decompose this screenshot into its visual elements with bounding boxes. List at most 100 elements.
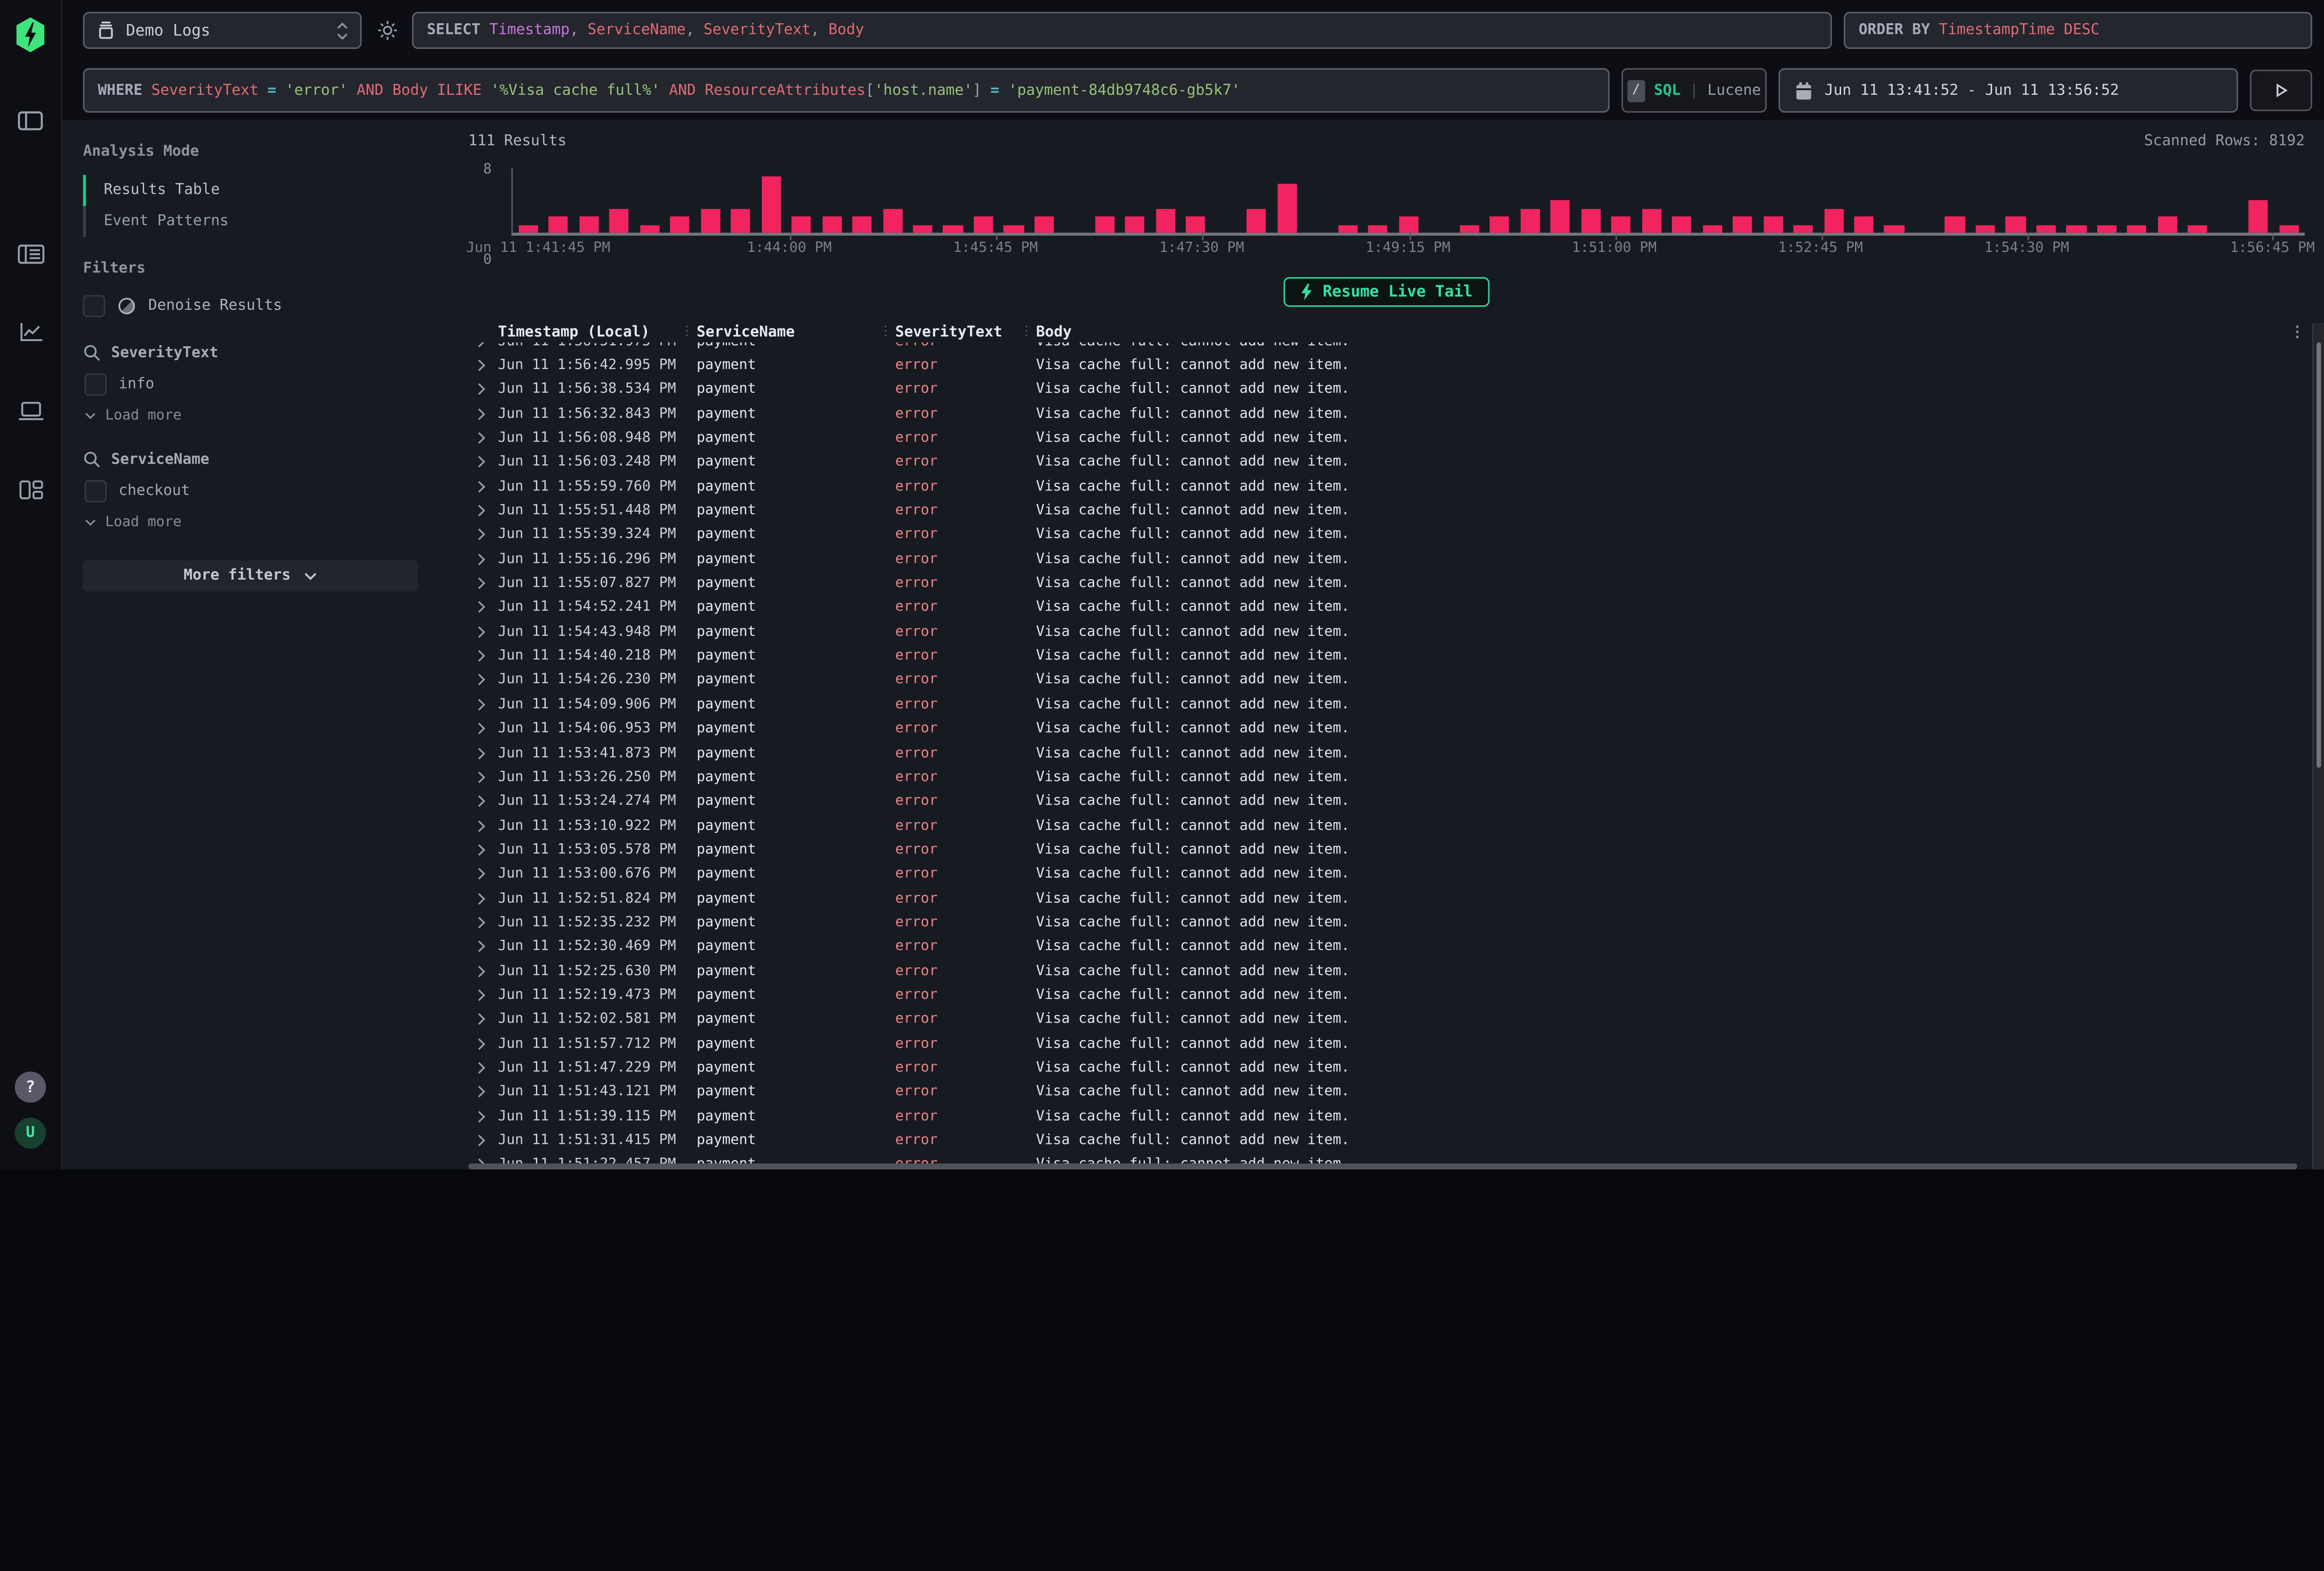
table-row[interactable]: Jun 11 1:52:19.473 PM payment error Visa…: [469, 983, 2305, 1007]
table-row[interactable]: Jun 11 1:54:06.953 PM payment error Visa…: [469, 717, 2305, 741]
histogram-bar[interactable]: [513, 167, 543, 232]
expand-row-chevron-icon[interactable]: [469, 504, 498, 517]
histogram-bar[interactable]: [1636, 167, 1666, 232]
table-row[interactable]: Jun 11 1:53:24.274 PM payment error Visa…: [469, 789, 2305, 813]
histogram-bar[interactable]: [1697, 167, 1727, 232]
histogram-bar[interactable]: [1120, 167, 1150, 232]
table-row[interactable]: Jun 11 1:52:02.581 PM payment error Visa…: [469, 1007, 2305, 1031]
table-row[interactable]: Jun 11 1:52:51.824 PM payment error Visa…: [469, 886, 2305, 911]
help-button[interactable]: ?: [15, 1071, 46, 1102]
histogram-bar[interactable]: [1059, 167, 1089, 232]
expand-row-chevron-icon[interactable]: [469, 1134, 498, 1147]
results-histogram[interactable]: 8 0 Jun 11 1:41:45 PM1:44:00 PM1:45:45 P…: [469, 167, 2305, 261]
expand-row-chevron-icon[interactable]: [469, 407, 498, 421]
histogram-bar[interactable]: [1515, 167, 1545, 232]
histogram-bar[interactable]: [1576, 167, 1606, 232]
expand-row-chevron-icon[interactable]: [469, 964, 498, 978]
horizontal-scrollbar-thumb[interactable]: [469, 1163, 2298, 1169]
expand-row-chevron-icon[interactable]: [469, 528, 498, 542]
expand-row-chevron-icon[interactable]: [469, 916, 498, 929]
column-resize-handle[interactable]: ⋮: [1020, 324, 1033, 339]
expand-row-chevron-icon[interactable]: [469, 698, 498, 711]
histogram-bar[interactable]: [1272, 167, 1302, 232]
lucene-toggle[interactable]: Lucene: [1707, 82, 1761, 99]
histogram-bar[interactable]: [1818, 167, 1849, 232]
gear-icon[interactable]: [374, 17, 400, 44]
table-row[interactable]: Jun 11 1:51:39.115 PM payment error Visa…: [469, 1104, 2305, 1129]
sessions-laptop-icon[interactable]: [0, 391, 61, 430]
histogram-bar[interactable]: [2000, 167, 2031, 232]
date-range-picker[interactable]: Jun 11 13:41:52 - Jun 11 13:56:52: [1779, 68, 2238, 113]
histogram-bar[interactable]: [695, 167, 725, 232]
filter-checkbox[interactable]: [85, 480, 107, 502]
histogram-bar[interactable]: [968, 167, 998, 232]
col-body[interactable]: ⋮Body: [1036, 324, 2281, 340]
expand-row-chevron-icon[interactable]: [469, 940, 498, 954]
col-severitytext[interactable]: ⋮SeverityText: [895, 324, 1036, 340]
histogram-bar[interactable]: [1788, 167, 1818, 232]
expand-row-chevron-icon[interactable]: [469, 673, 498, 687]
table-row[interactable]: Jun 11 1:52:30.469 PM payment error Visa…: [469, 935, 2305, 959]
where-input[interactable]: WHERE SeverityText = 'error' AND Body IL…: [83, 68, 1610, 113]
analysis-mode-event-patterns[interactable]: Event Patterns: [83, 206, 442, 237]
table-row[interactable]: Jun 11 1:56:08.948 PM payment error Visa…: [469, 426, 2305, 450]
table-row[interactable]: Jun 11 1:55:51.448 PM payment error Visa…: [469, 499, 2305, 523]
table-row[interactable]: Jun 11 1:56:38.534 PM payment error Visa…: [469, 377, 2305, 402]
expand-row-chevron-icon[interactable]: [469, 1085, 498, 1099]
histogram-bar[interactable]: [1363, 167, 1393, 232]
run-query-button[interactable]: [2250, 70, 2312, 111]
expand-row-chevron-icon[interactable]: [469, 989, 498, 1002]
more-filters-button[interactable]: More filters: [83, 560, 418, 591]
source-select[interactable]: Demo Logs: [83, 12, 362, 49]
histogram-bar[interactable]: [1485, 167, 1515, 232]
expand-row-chevron-icon[interactable]: [469, 359, 498, 372]
histogram-bar[interactable]: [1545, 167, 1575, 232]
expand-row-chevron-icon[interactable]: [469, 601, 498, 614]
table-row[interactable]: Jun 11 1:53:26.250 PM payment error Visa…: [469, 765, 2305, 789]
histogram-bar[interactable]: [1940, 167, 1970, 232]
table-row[interactable]: Jun 11 1:55:39.324 PM payment error Visa…: [469, 523, 2305, 547]
table-row[interactable]: Jun 11 1:56:03.248 PM payment error Visa…: [469, 450, 2305, 474]
select-input[interactable]: SELECT Timestamp, ServiceName, SeverityT…: [412, 12, 1832, 49]
expand-row-chevron-icon[interactable]: [469, 553, 498, 566]
histogram-bar[interactable]: [1454, 167, 1484, 232]
filter-option-info[interactable]: info: [85, 374, 442, 396]
histogram-bar[interactable]: [2061, 167, 2092, 232]
histogram-bar[interactable]: [2152, 167, 2183, 232]
histogram-bar[interactable]: [1241, 167, 1272, 232]
histogram-bar[interactable]: [1150, 167, 1181, 232]
histogram-bar[interactable]: [1211, 167, 1241, 232]
table-row[interactable]: Jun 11 1:55:16.296 PM payment error Visa…: [469, 547, 2305, 571]
filter-option-checkout[interactable]: checkout: [85, 480, 442, 502]
table-row[interactable]: Jun 11 1:51:57.712 PM payment error Visa…: [469, 1031, 2305, 1056]
analysis-mode-results-table[interactable]: Results Table: [83, 175, 442, 206]
col-servicename[interactable]: ⋮ServiceName: [697, 324, 895, 340]
expand-row-chevron-icon[interactable]: [469, 1109, 498, 1123]
histogram-bar[interactable]: [938, 167, 968, 232]
expand-row-chevron-icon[interactable]: [469, 480, 498, 493]
histogram-bar[interactable]: [2031, 167, 2061, 232]
histogram-plot[interactable]: [511, 167, 2304, 236]
expand-row-chevron-icon[interactable]: [469, 343, 498, 348]
histogram-bar[interactable]: [2213, 167, 2243, 232]
histogram-bar[interactable]: [2092, 167, 2122, 232]
expand-row-chevron-icon[interactable]: [469, 1013, 498, 1026]
orderby-input[interactable]: ORDER BY TimestampTime DESC: [1844, 12, 2312, 49]
resume-live-tail-button[interactable]: Resume Live Tail: [1284, 277, 1489, 306]
expand-row-chevron-icon[interactable]: [469, 722, 498, 735]
histogram-bar[interactable]: [574, 167, 604, 232]
histogram-bar[interactable]: [907, 167, 938, 232]
expand-row-chevron-icon[interactable]: [469, 649, 498, 663]
expand-row-chevron-icon[interactable]: [469, 455, 498, 469]
table-row[interactable]: Jun 11 1:53:05.578 PM payment error Visa…: [469, 838, 2305, 862]
histogram-bar[interactable]: [2244, 167, 2274, 232]
table-row[interactable]: Jun 11 1:54:09.906 PM payment error Visa…: [469, 693, 2305, 717]
sidebar-toggle-icon[interactable]: [0, 101, 61, 139]
histogram-bar[interactable]: [665, 167, 695, 232]
expand-row-chevron-icon[interactable]: [469, 577, 498, 590]
histogram-bar[interactable]: [634, 167, 665, 232]
histogram-bar[interactable]: [1909, 167, 1940, 232]
table-row[interactable]: Jun 11 1:52:25.630 PM payment error Visa…: [469, 959, 2305, 983]
expand-row-chevron-icon[interactable]: [469, 625, 498, 639]
expand-row-chevron-icon[interactable]: [469, 843, 498, 857]
